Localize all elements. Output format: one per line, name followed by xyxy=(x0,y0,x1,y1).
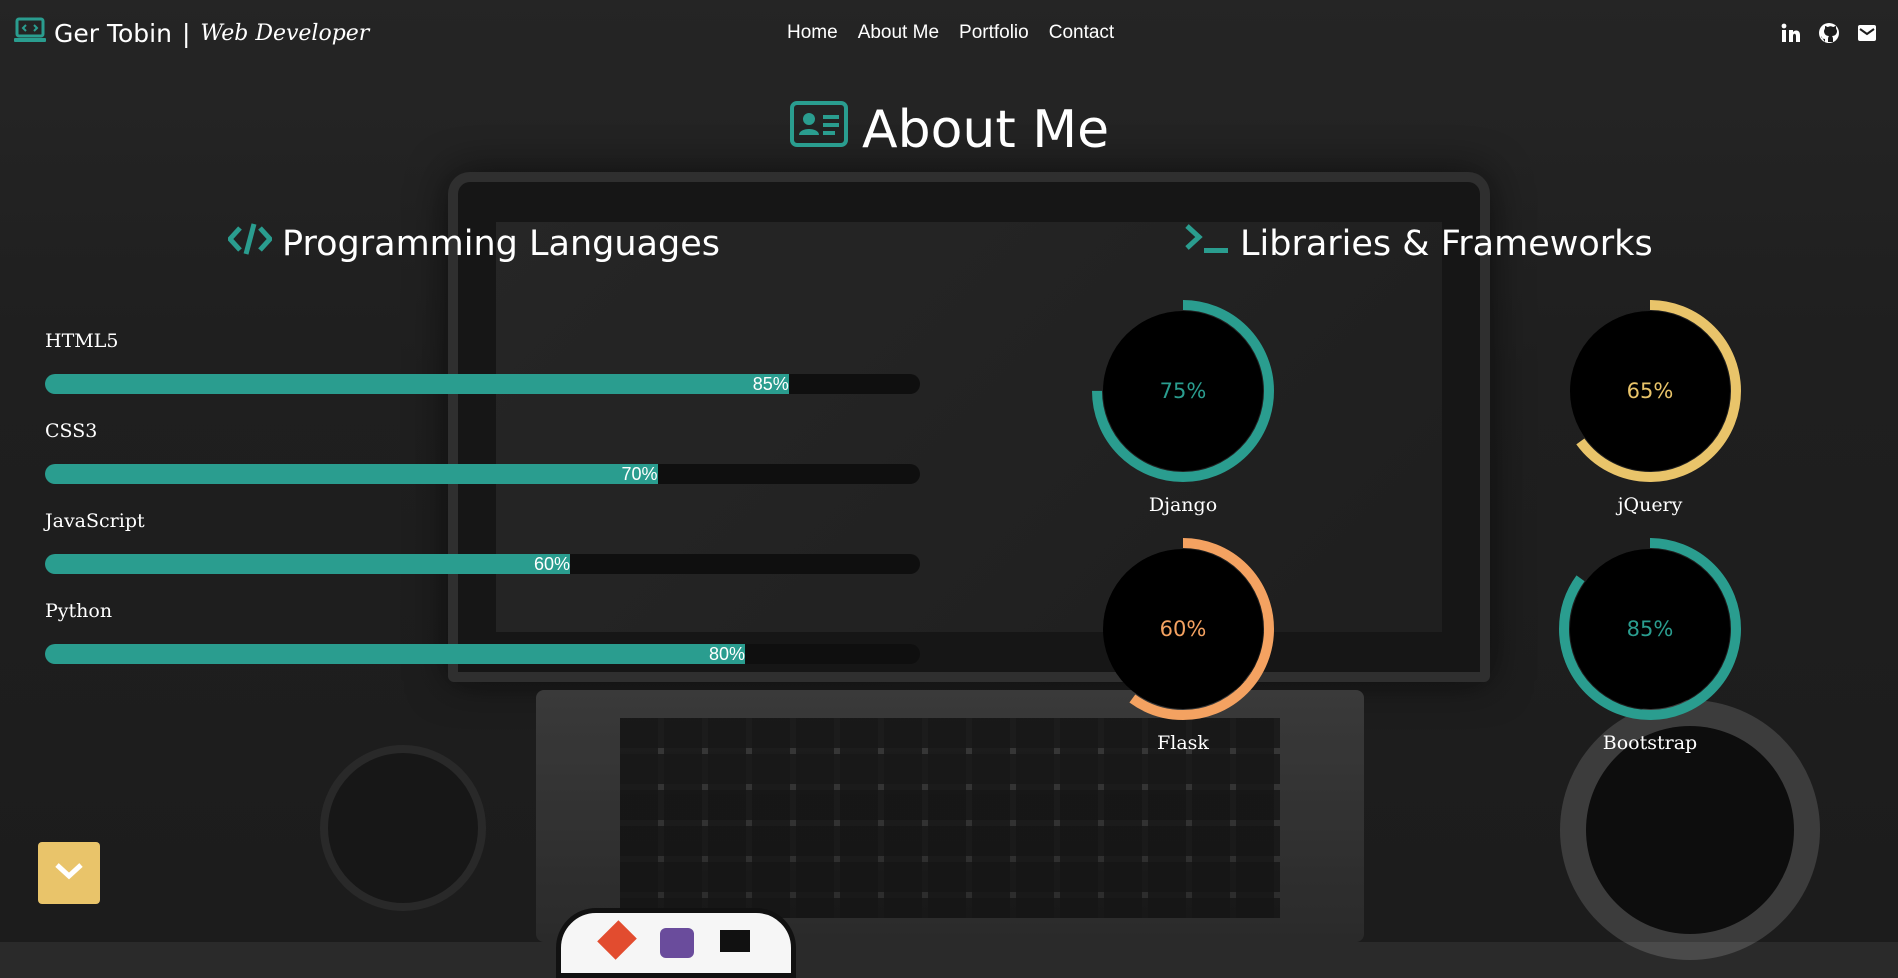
id-card-icon xyxy=(790,100,848,160)
skill-0: HTML5 85% xyxy=(45,330,920,394)
nav-portfolio[interactable]: Portfolio xyxy=(959,22,1029,44)
framework-label: Bootstrap xyxy=(1602,732,1698,754)
languages-title: Programming Languages xyxy=(226,222,720,265)
brand[interactable]: Ger Tobin | Web Developer xyxy=(14,17,369,49)
skill-1: CSS3 70% xyxy=(45,420,920,484)
skill-2: JavaScript 60% xyxy=(45,510,920,574)
framework-3: 85% Bootstrap xyxy=(1555,534,1745,754)
skill-percent: 85% xyxy=(752,374,789,394)
framework-label: Flask xyxy=(1157,732,1209,754)
framework-0: 75% Django xyxy=(1088,296,1278,516)
frameworks-title-text: Libraries & Frameworks xyxy=(1240,223,1653,264)
frameworks-title: Libraries & Frameworks xyxy=(1184,222,1653,265)
skill-bar-track: 70% xyxy=(45,464,920,484)
brand-separator: | xyxy=(181,18,191,48)
skill-bar-track: 80% xyxy=(45,644,920,664)
framework-label: Django xyxy=(1148,494,1218,516)
brand-role: Web Developer xyxy=(200,20,370,46)
nav-about-me[interactable]: About Me xyxy=(858,22,939,44)
ring-percent: 75% xyxy=(1160,379,1207,403)
nav-home[interactable]: Home xyxy=(787,22,838,44)
skill-bar-fill: 70% xyxy=(45,464,658,484)
linkedin-icon[interactable] xyxy=(1780,22,1802,44)
laptop-icon xyxy=(14,17,46,49)
skill-bar-fill: 85% xyxy=(45,374,789,394)
skill-3: Python 80% xyxy=(45,600,920,664)
terminal-icon xyxy=(1184,222,1230,265)
brand-name: Ger Tobin xyxy=(54,18,172,48)
code-icon xyxy=(226,222,274,265)
scroll-down-button[interactable] xyxy=(38,842,100,904)
page-title-text: About Me xyxy=(862,100,1110,160)
progress-ring: 85% xyxy=(1559,538,1741,720)
skill-bar-fill: 60% xyxy=(45,554,570,574)
top-navbar: Ger Tobin | Web Developer Home About Me … xyxy=(0,0,1898,70)
skill-label: HTML5 xyxy=(45,330,119,352)
progress-ring: 60% xyxy=(1092,538,1274,720)
flask-logo-icon xyxy=(720,930,750,952)
framework-1: 65% jQuery xyxy=(1555,296,1745,516)
skill-bar-fill: 80% xyxy=(45,644,745,664)
ring-percent: 85% xyxy=(1627,617,1674,641)
progress-ring: 65% xyxy=(1559,300,1741,482)
ring-percent: 65% xyxy=(1627,379,1674,403)
bootstrap-logo-icon xyxy=(660,928,694,958)
progress-ring: 75% xyxy=(1092,300,1274,482)
skill-percent: 70% xyxy=(621,464,658,484)
skill-bar-track: 60% xyxy=(45,554,920,574)
email-icon[interactable] xyxy=(1856,22,1878,44)
languages-title-text: Programming Languages xyxy=(282,223,720,264)
skill-bar-track: 85% xyxy=(45,374,920,394)
social-links xyxy=(1780,22,1878,44)
nav-contact[interactable]: Contact xyxy=(1049,22,1114,44)
framework-label: jQuery xyxy=(1617,494,1683,516)
chevron-down-icon xyxy=(54,861,84,885)
page-title: About Me xyxy=(790,100,1109,160)
skill-label: JavaScript xyxy=(45,510,145,532)
skill-percent: 80% xyxy=(708,644,745,664)
skill-label: Python xyxy=(45,600,113,622)
framework-2: 60% Flask xyxy=(1088,534,1278,754)
skill-percent: 60% xyxy=(533,554,570,574)
skill-label: CSS3 xyxy=(45,420,98,442)
ring-percent: 60% xyxy=(1160,617,1207,641)
nav-links: Home About Me Portfolio Contact xyxy=(787,22,1114,44)
github-icon[interactable] xyxy=(1818,22,1840,44)
